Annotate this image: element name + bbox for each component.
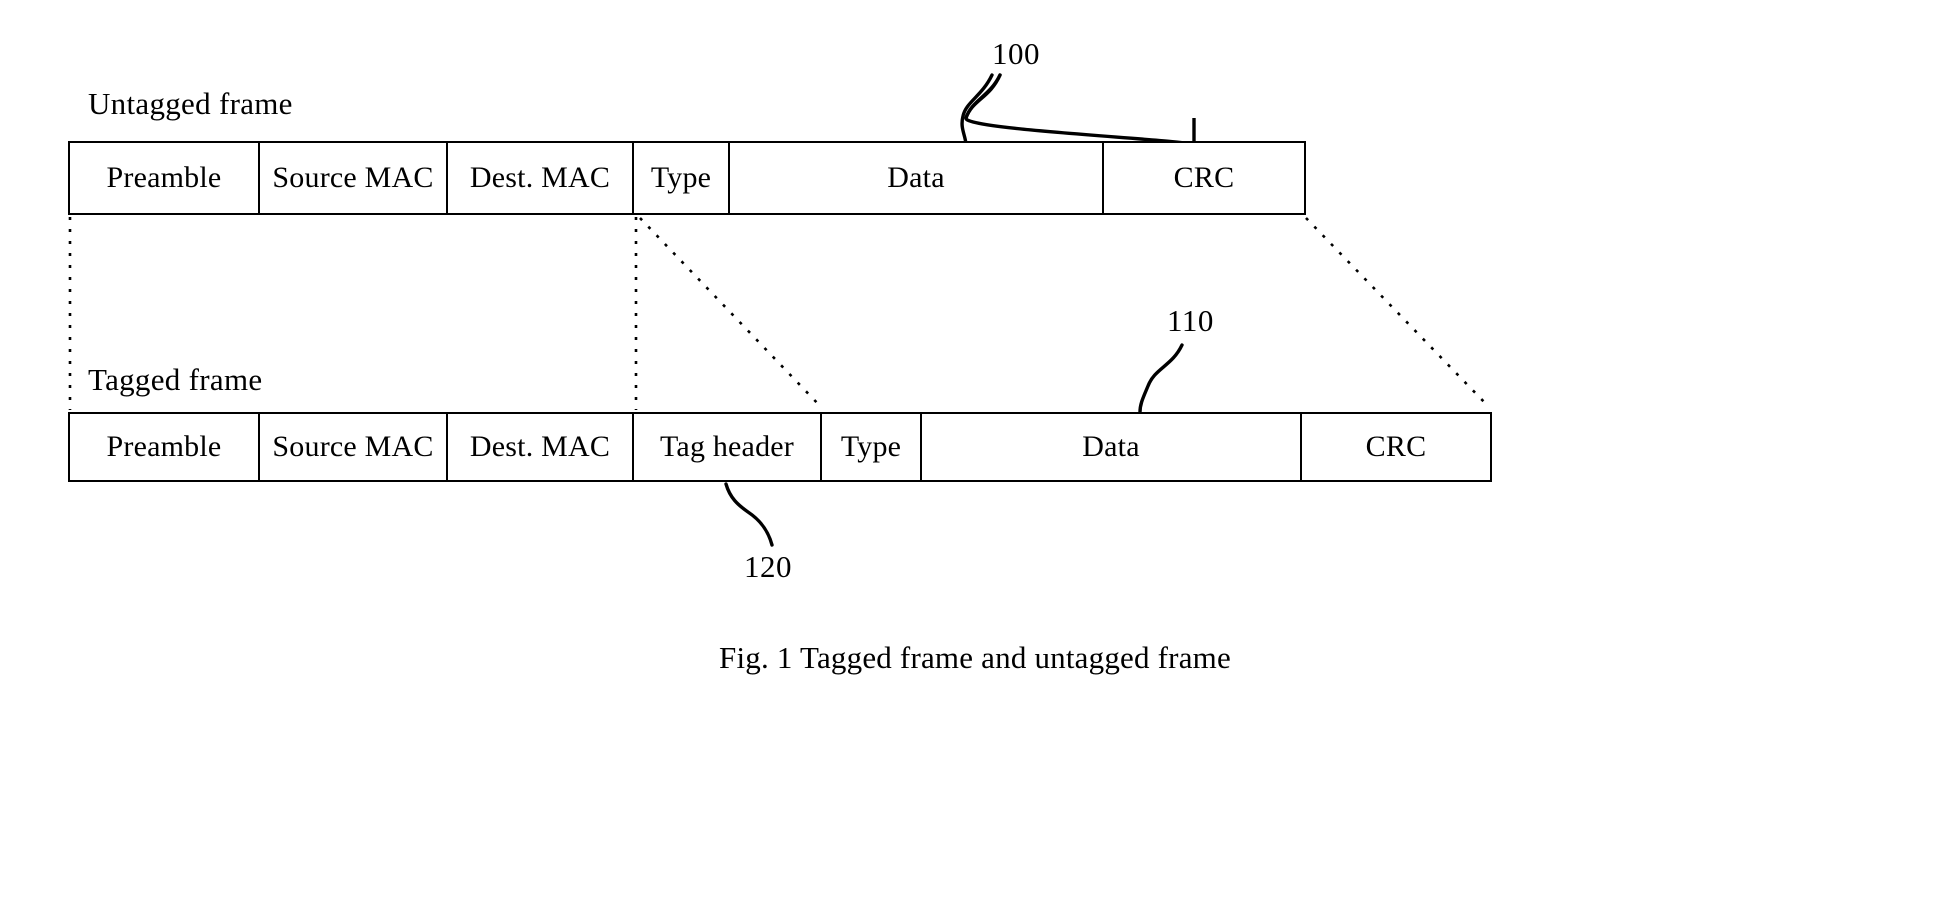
tagged-cell-crc: CRC <box>1365 430 1427 463</box>
tagged-frame-label: Tagged frame <box>88 362 263 397</box>
untagged-cell-source-mac: Source MAC <box>260 143 448 213</box>
projection-diagonal-tag <box>639 217 823 409</box>
projection-diagonal-right <box>1305 217 1489 407</box>
reference-numeral-100: 100 <box>992 36 1040 71</box>
reference-numeral-120: 120 <box>744 549 792 584</box>
figure-caption: Fig. 1 Tagged frame and untagged frame <box>719 640 1231 675</box>
untagged-cell-data: Data <box>730 143 1104 213</box>
tagged-cell-dest-mac: Dest. MAC <box>448 414 634 480</box>
leader-line-100 <box>964 73 1196 147</box>
untagged-frame-row: Preamble Source MAC Dest. MAC Type Data … <box>68 141 1306 215</box>
tagged-cell-preamble: Preamble <box>70 414 260 480</box>
reference-numeral-110: 110 <box>1167 303 1214 338</box>
untagged-cell-preamble: Preamble <box>70 143 260 213</box>
leader-curve-100 <box>960 73 994 146</box>
untagged-cell-type: Type <box>634 143 730 213</box>
tagged-cell-tag-header: Tag header <box>634 414 822 480</box>
tagged-frame-row: Preamble Source MAC Dest. MAC Tag header… <box>68 412 1492 482</box>
untagged-cell-crc: CRC <box>1173 161 1235 194</box>
leader-line-120 <box>724 482 774 547</box>
leader-spacer-100 <box>966 116 1194 120</box>
tagged-cell-type: Type <box>822 414 922 480</box>
tagged-cell-source-mac: Source MAC <box>260 414 448 480</box>
leader-line-110 <box>1138 343 1184 414</box>
untagged-frame-label: Untagged frame <box>88 86 293 121</box>
untagged-cell-dest-mac: Dest. MAC <box>448 143 634 213</box>
patent-figure: Untagged frame Preamble Source MAC Dest.… <box>0 0 1950 897</box>
leader-hook-100 <box>964 73 1002 120</box>
tagged-cell-data: Data <box>922 414 1302 480</box>
